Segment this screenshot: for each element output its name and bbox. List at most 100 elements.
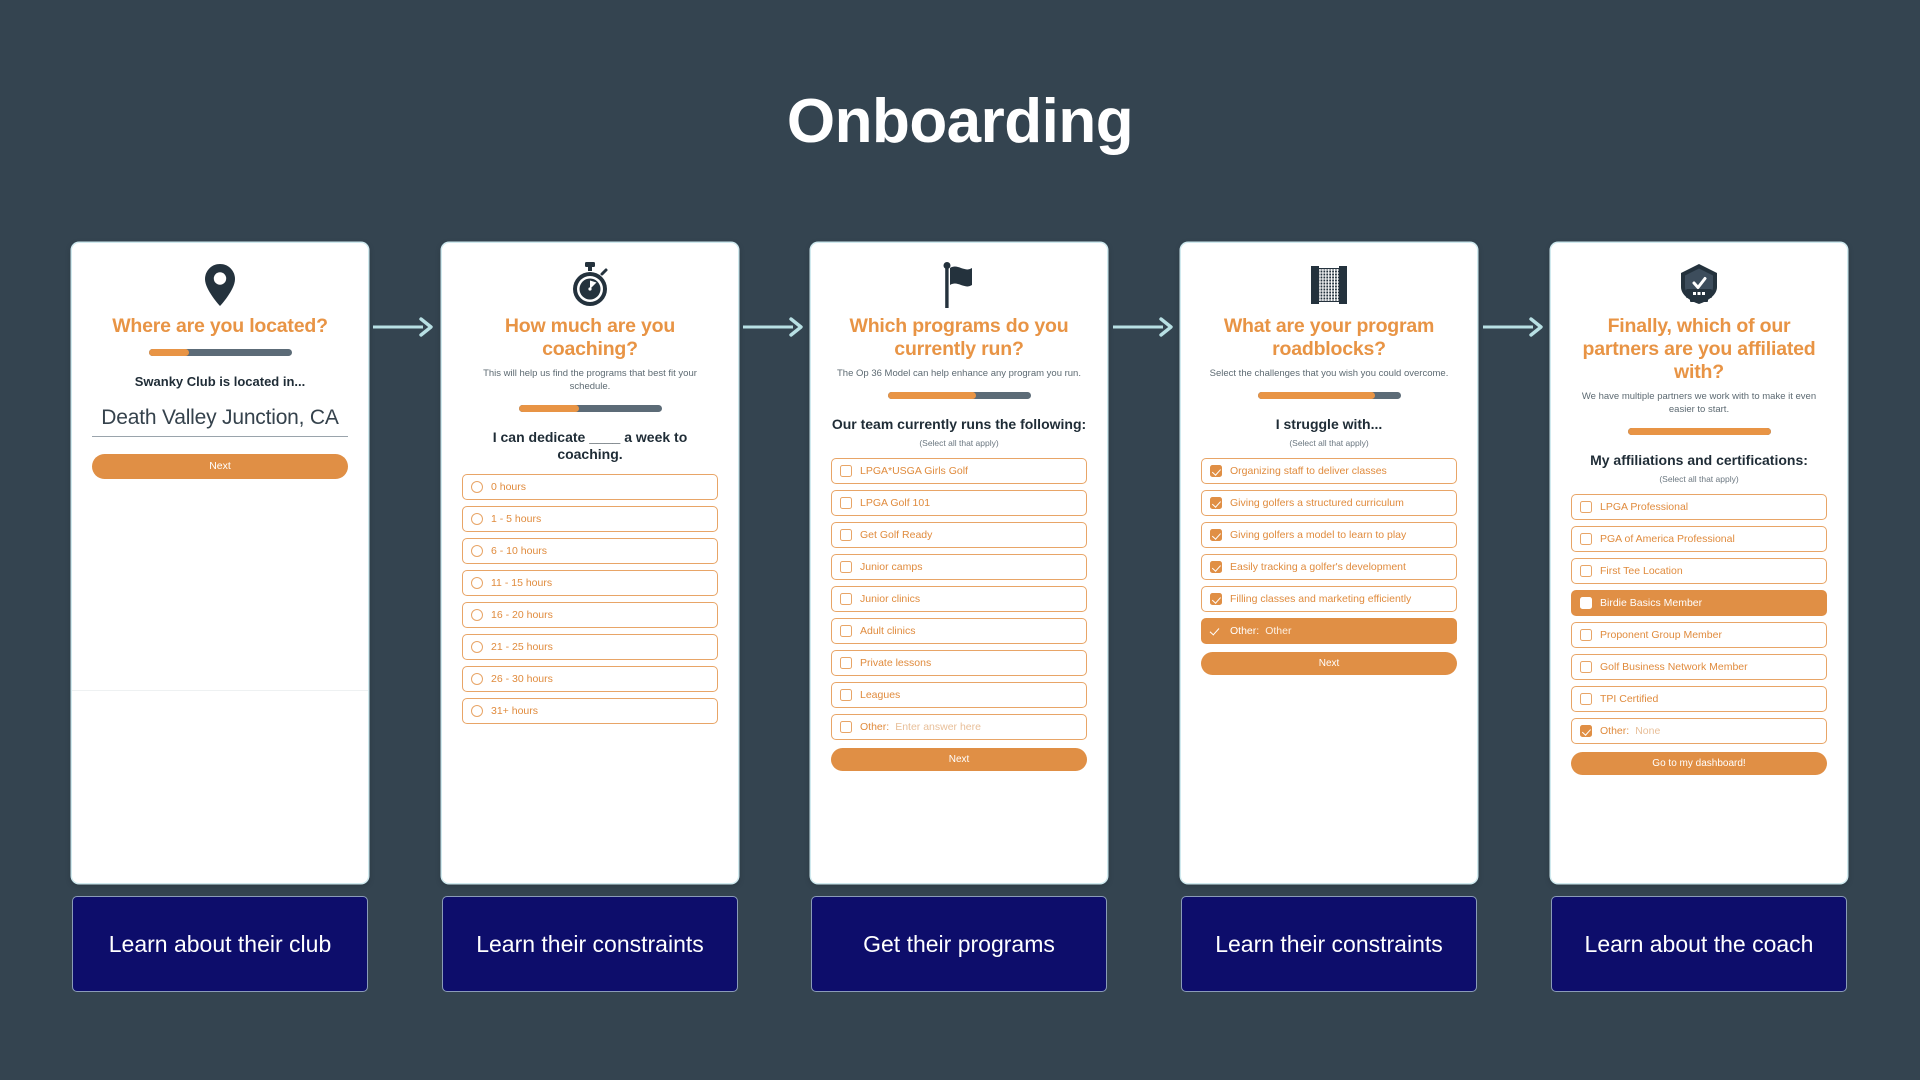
option-row[interactable]: LPGA Golf 101 [831,490,1087,517]
option-value: None [1635,725,1661,738]
step-prompt: Our team currently runs the following: [831,415,1087,432]
option-row[interactable]: Other: None [1571,718,1827,745]
checkbox-icon[interactable] [840,465,852,478]
option-label: 0 hours [491,480,527,493]
radio-icon[interactable] [471,672,483,685]
checkbox-icon[interactable] [1580,565,1592,578]
option-row[interactable]: LPGA Professional [1571,494,1827,521]
checkbox-icon[interactable] [1580,725,1592,738]
step-summary-label: Learn their constraints [1181,896,1477,992]
option-row[interactable]: Other: Enter answer here [831,714,1087,741]
option-row[interactable]: 21 - 25 hours [462,633,718,660]
option-row[interactable]: Giving golfers a model to learn to play [1201,522,1457,549]
radio-icon[interactable] [471,608,483,621]
option-row[interactable]: 6 - 10 hours [462,537,718,564]
next-button[interactable]: Next [92,454,348,479]
option-label: 31+ hours [491,704,538,717]
next-button[interactable]: Next [831,748,1087,772]
go-to-dashboard-button[interactable]: Go to my dashboard! [1571,752,1827,776]
checkbox-icon[interactable] [840,529,852,542]
option-row[interactable]: Proponent Group Member [1571,622,1827,649]
step-prompt-note: (Select all that apply) [919,438,999,449]
option-row[interactable]: First Tee Location [1571,558,1827,585]
option-row[interactable]: 16 - 20 hours [462,601,718,628]
options-list: LPGA Professional PGA of America Professi… [1571,494,1827,745]
option-row[interactable]: Get Golf Ready [831,522,1087,549]
checkbox-icon[interactable] [1210,465,1222,478]
option-row[interactable]: 26 - 30 hours [462,665,718,692]
radio-icon[interactable] [471,576,483,589]
badge-icon [1571,259,1827,311]
option-row[interactable]: Leagues [831,682,1087,709]
options-list: 0 hours 1 - 5 hours 6 - 10 hours 11 - 15 ho… [462,473,718,724]
option-row[interactable]: 11 - 15 hours [462,569,718,596]
option-label: Organizing staff to deliver classes [1230,465,1387,478]
option-row[interactable]: 31+ hours [462,697,718,724]
checkbox-icon[interactable] [1210,529,1222,542]
flow-arrow-3 [1113,316,1175,338]
option-row[interactable]: Adult clinics [831,618,1087,645]
onboarding-step-4: What are your program roadblocks? Select … [1181,243,1477,992]
checkbox-icon[interactable] [1580,661,1592,674]
option-row[interactable]: Organizing staff to deliver classes [1201,458,1457,485]
club-location-input[interactable]: Death Valley Junction, CA [92,406,348,437]
step-card: How much are you coaching? This will help… [442,243,738,883]
option-value: Enter answer here [895,721,981,734]
checkbox-icon[interactable] [840,561,852,574]
step-card: Where are you located? Swanky Club is loc… [72,243,368,883]
option-row[interactable]: Other: Other [1201,618,1457,645]
option-row[interactable]: Easily tracking a golfer's development [1201,554,1457,581]
option-row[interactable]: Junior camps [831,554,1087,581]
flag-icon [831,259,1087,311]
option-row[interactable]: Birdie Basics Member [1571,590,1827,617]
checkbox-icon[interactable] [1580,629,1592,642]
option-label: 1 - 5 hours [491,512,542,525]
option-row[interactable]: Golf Business Network Member [1571,654,1827,681]
checkbox-icon[interactable] [1580,501,1592,514]
radio-icon[interactable] [471,704,483,717]
checkbox-icon[interactable] [840,721,852,734]
progress-bar [148,349,292,356]
step-prompt: I can dedicate ____ a week to coaching. [492,428,688,463]
option-row[interactable]: 1 - 5 hours [462,505,718,532]
checkbox-icon[interactable] [1210,497,1222,510]
option-label: Easily tracking a golfer's development [1230,561,1406,574]
option-row[interactable]: Giving golfers a structured curriculum [1201,490,1457,517]
checkbox-icon[interactable] [840,625,852,638]
option-row[interactable]: Junior clinics [831,586,1087,613]
step-summary-label: Learn about their club [72,896,368,992]
checkbox-icon[interactable] [1210,561,1222,574]
radio-icon[interactable] [471,544,483,557]
radio-icon[interactable] [471,512,483,525]
checkbox-icon[interactable] [1580,533,1592,546]
step-title: Finally, which of our partners are you a… [1582,315,1816,383]
checkbox-icon[interactable] [840,497,852,510]
option-row[interactable]: PGA of America Professional [1571,526,1827,553]
radio-icon[interactable] [471,480,483,493]
radio-icon[interactable] [471,640,483,653]
option-row[interactable]: 0 hours [462,473,718,500]
card-divider [72,690,368,691]
option-label: Giving golfers a structured curriculum [1230,497,1404,510]
option-row[interactable]: TPI Certified [1571,686,1827,713]
option-row[interactable]: Private lessons [831,650,1087,677]
checkbox-icon[interactable] [1210,593,1222,606]
checkbox-icon[interactable] [1580,693,1592,706]
page-title: Onboarding [786,87,1134,156]
step-prompt-note: (Select all that apply) [1289,438,1369,449]
next-button[interactable]: Next [1201,652,1457,676]
option-label: LPGA Professional [1600,501,1689,514]
step-title: Where are you located? [112,315,328,337]
checkbox-icon[interactable] [840,657,852,670]
onboarding-step-3: Which programs do you currently run? The … [811,243,1107,992]
checkbox-icon[interactable] [840,689,852,702]
checkbox-icon[interactable] [1580,597,1592,610]
step-prompt: I struggle with... [1275,415,1383,432]
step-title: Which programs do you currently run? [849,315,1069,360]
check-icon [1210,625,1222,637]
step-summary-label: Learn about the coach [1551,896,1847,992]
option-row[interactable]: Filling classes and marketing efficientl… [1201,586,1457,613]
option-row[interactable]: LPGA*USGA Girls Golf [831,458,1087,485]
stopwatch-icon [462,259,718,311]
checkbox-icon[interactable] [840,593,852,606]
